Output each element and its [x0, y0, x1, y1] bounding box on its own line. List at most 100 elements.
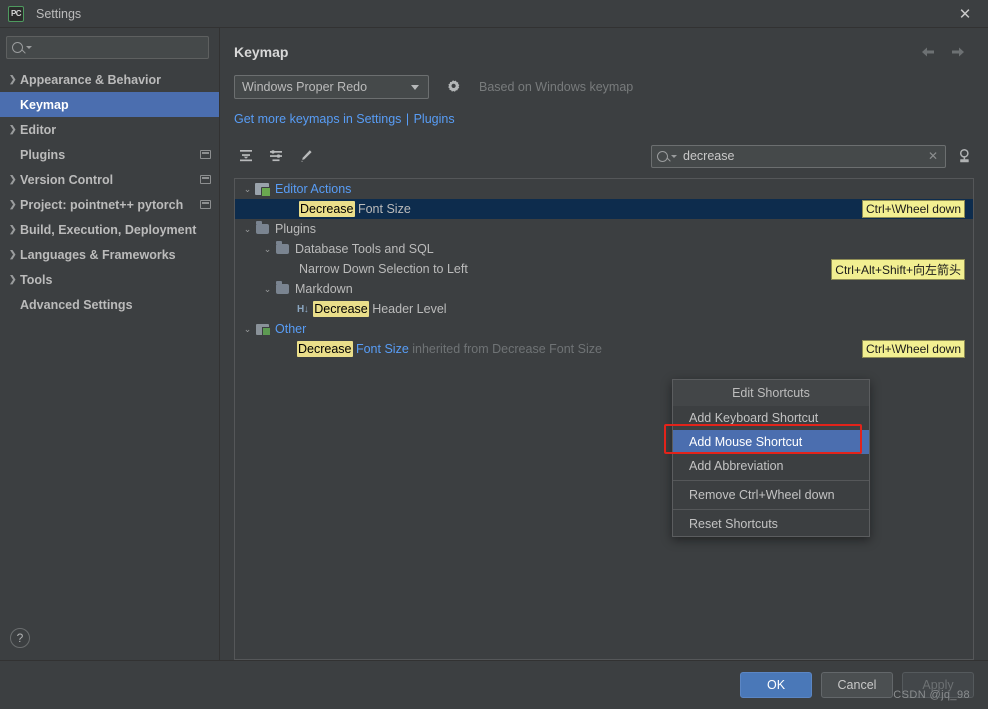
plugin-badge-icon [200, 150, 211, 159]
keymap-search-input[interactable] [677, 149, 925, 163]
sidebar-item-label: Appearance & Behavior [20, 72, 162, 87]
title-bar: PC Settings ✕ [0, 0, 988, 28]
sidebar-item-tools[interactable]: ❯ Tools [0, 267, 219, 292]
plugin-icon [254, 323, 271, 336]
window-title: Settings [36, 6, 82, 21]
sidebar-item-label: Keymap [20, 97, 69, 112]
collapse-all-icon[interactable] [238, 148, 254, 164]
chevron-down-icon[interactable]: ⌄ [261, 244, 274, 255]
search-highlight: Decrease [297, 341, 353, 357]
chevron-down-icon[interactable]: ⌄ [241, 184, 254, 195]
context-menu-title: Edit Shortcuts [673, 380, 869, 406]
edit-pencil-icon[interactable] [298, 148, 314, 164]
table-row[interactable]: ⌄ Editor Actions [235, 179, 973, 199]
table-row[interactable]: H↓ Decrease Header Level [235, 299, 973, 319]
chevron-right-icon: ❯ [9, 224, 17, 234]
forward-arrow-icon[interactable] [948, 42, 968, 62]
table-row[interactable]: Decrease Font Size inherited from Decrea… [235, 339, 973, 359]
dialog-footer: OK Cancel Apply CSDN @jq_98 [0, 661, 988, 709]
editor-actions-icon [254, 183, 271, 197]
menu-item-add-abbreviation[interactable]: Add Abbreviation [673, 454, 869, 478]
history-navigation [918, 42, 974, 62]
search-highlight: Decrease [299, 201, 355, 217]
table-row[interactable]: Narrow Down Selection to Left Ctrl+Alt+S… [235, 258, 973, 280]
menu-divider [673, 509, 869, 510]
keymap-search-box[interactable]: ✕ [651, 144, 946, 168]
menu-item-add-mouse-shortcut[interactable]: Add Mouse Shortcut [673, 430, 869, 454]
gear-icon[interactable] [445, 79, 461, 95]
toolbar-icons [234, 148, 314, 164]
get-more-keymaps-link[interactable]: Get more keymaps in Settings [234, 112, 401, 126]
chevron-right-icon: ❯ [9, 199, 17, 209]
sidebar-item-keymap[interactable]: ❯ Keymap [0, 92, 219, 117]
menu-item-reset-shortcuts[interactable]: Reset Shortcuts [673, 512, 869, 536]
row-label: Decrease Font Size [299, 201, 411, 217]
table-row[interactable]: ⌄ Markdown [235, 279, 973, 299]
shortcut-badge: Ctrl+\Wheel down [861, 200, 965, 218]
sidebar-item-appearance-behavior[interactable]: ❯ Appearance & Behavior [0, 67, 219, 92]
clear-search-icon[interactable]: ✕ [925, 149, 941, 163]
shortcut-badge: Ctrl+Alt+Shift+向左箭头 [831, 258, 965, 280]
sidebar-search-box[interactable] [6, 36, 209, 59]
pycharm-icon: PC [8, 5, 24, 22]
chevron-right-icon: ❯ [9, 249, 17, 259]
keymap-tree[interactable]: ⌄ Editor Actions Decrease Font Size Ctrl… [234, 178, 974, 660]
plugin-badge-icon [200, 200, 211, 209]
close-icon[interactable]: ✕ [948, 1, 982, 27]
sidebar-item-label: Advanced Settings [20, 297, 133, 312]
chevron-down-icon[interactable]: ⌄ [261, 284, 274, 295]
search-icon [657, 150, 668, 162]
chevron-right-icon: ❯ [9, 174, 17, 184]
search-icon [12, 42, 23, 53]
settings-sidebar: ❯ Appearance & Behavior ❯ Keymap ❯ Edito… [0, 28, 220, 660]
settings-window: PC Settings ✕ ❯ Appearance & Behavior ❯ [0, 0, 988, 709]
table-row[interactable]: ⌄ Database Tools and SQL [235, 239, 973, 259]
sidebar-item-version-control[interactable]: ❯ Version Control [0, 167, 219, 192]
page-title: Keymap [234, 44, 289, 60]
keyboard-search-icon[interactable] [956, 147, 974, 165]
keymap-links: Get more keymaps in Settings | Plugins [234, 110, 974, 128]
row-label: Decrease Header Level [313, 301, 447, 317]
keymap-toolbar: ✕ [234, 142, 974, 170]
chevron-right-icon: ❯ [9, 74, 17, 84]
sidebar-item-project[interactable]: ❯ Project: pointnet++ pytorch [0, 192, 219, 217]
table-row[interactable]: Decrease Font Size Ctrl+\Wheel down [235, 199, 973, 219]
back-arrow-icon[interactable] [918, 42, 938, 62]
sidebar-item-build-execution-deployment[interactable]: ❯ Build, Execution, Deployment [0, 217, 219, 242]
find-wrap: ✕ [651, 144, 974, 168]
expand-all-icon[interactable] [268, 148, 284, 164]
keymap-select[interactable]: Windows Proper Redo [234, 75, 429, 99]
row-label: Database Tools and SQL [295, 242, 434, 256]
edit-shortcuts-context-menu[interactable]: Edit Shortcuts Add Keyboard Shortcut Add… [672, 379, 870, 537]
link-separator: | [405, 112, 410, 126]
table-row[interactable]: ⌄ Plugins [235, 219, 973, 239]
ok-button[interactable]: OK [740, 672, 812, 698]
help-button[interactable]: ? [10, 628, 30, 648]
plugin-badge-icon [200, 175, 211, 184]
chevron-right-icon: ❯ [9, 274, 17, 284]
folder-icon [274, 241, 290, 254]
sidebar-item-advanced-settings[interactable]: ❯ Advanced Settings [0, 292, 219, 317]
keymap-select-value: Windows Proper Redo [242, 80, 368, 94]
chevron-down-icon[interactable]: ⌄ [241, 324, 254, 335]
sidebar-item-plugins[interactable]: ❯ Plugins [0, 142, 219, 167]
sidebar-item-languages-frameworks[interactable]: ❯ Languages & Frameworks [0, 242, 219, 267]
chevron-right-icon: ❯ [9, 124, 17, 134]
plugins-link[interactable]: Plugins [414, 112, 455, 126]
row-label: Plugins [275, 222, 316, 236]
search-highlight: Decrease [313, 301, 369, 317]
table-row[interactable]: ⌄ Other [235, 319, 973, 339]
sidebar-item-label: Tools [20, 272, 53, 287]
chevron-down-icon[interactable]: ⌄ [241, 224, 254, 235]
sidebar-item-label: Project: pointnet++ pytorch [20, 197, 184, 212]
menu-item-add-keyboard-shortcut[interactable]: Add Keyboard Shortcut [673, 406, 869, 430]
row-label: Editor Actions [275, 182, 352, 196]
row-label: Markdown [295, 282, 353, 296]
row-inherited-note: inherited from Decrease Font Size [408, 342, 602, 356]
sidebar-item-label: Languages & Frameworks [20, 247, 176, 262]
sidebar-search-input[interactable] [32, 40, 203, 55]
apply-button[interactable]: Apply [902, 672, 974, 698]
sidebar-item-editor[interactable]: ❯ Editor [0, 117, 219, 142]
menu-item-remove-shortcut[interactable]: Remove Ctrl+Wheel down [673, 483, 869, 507]
cancel-button[interactable]: Cancel [821, 672, 893, 698]
